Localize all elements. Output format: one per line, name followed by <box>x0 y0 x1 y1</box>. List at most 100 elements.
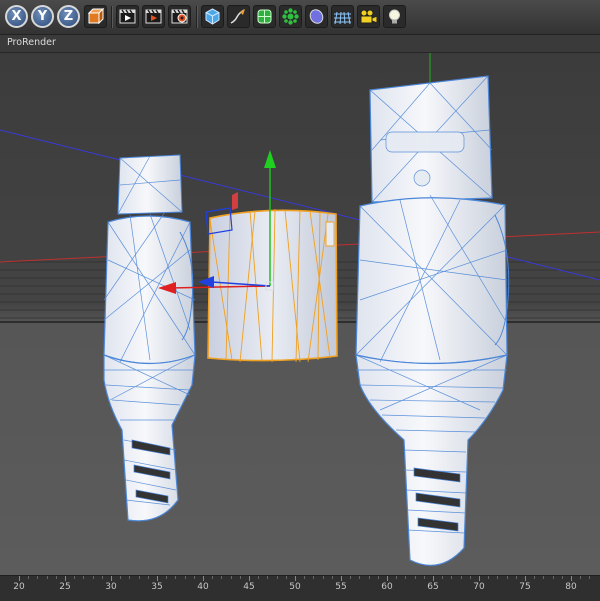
render-settings-button[interactable] <box>168 5 191 28</box>
ruler-minor-tick <box>414 576 416 579</box>
ruler-frame-label: 55 <box>335 582 347 592</box>
ruler-major-tick <box>249 576 250 581</box>
ruler-minor-tick <box>396 576 398 579</box>
ruler-major-tick <box>111 576 112 581</box>
ruler-minor-tick <box>552 576 554 579</box>
render-view-icon <box>119 9 136 24</box>
ruler-minor-tick <box>506 576 508 579</box>
ruler-major-tick <box>433 576 434 581</box>
ruler-frame-label: 35 <box>151 582 163 592</box>
cube-primitive-button[interactable] <box>201 5 224 28</box>
ruler-major-tick <box>387 576 388 581</box>
ruler-frame-label: 70 <box>473 582 485 592</box>
ruler-minor-tick <box>405 576 407 579</box>
ruler-minor-tick <box>368 576 370 579</box>
ruler-frame-label: 65 <box>427 582 439 592</box>
camera-button[interactable] <box>357 5 380 28</box>
ruler-minor-tick <box>92 576 94 579</box>
ruler-major-tick <box>479 576 480 581</box>
ruler-minor-tick <box>37 576 39 579</box>
ruler-minor-tick <box>359 576 361 579</box>
ruler-minor-tick <box>313 576 315 579</box>
ruler-minor-tick <box>460 576 462 579</box>
ruler-minor-tick <box>184 576 186 579</box>
ruler-minor-tick <box>74 576 76 579</box>
ruler-major-tick <box>157 576 158 581</box>
light-button[interactable] <box>383 5 406 28</box>
render-picture-viewer-icon <box>145 9 162 24</box>
ruler-frame-label: 30 <box>105 582 117 592</box>
timeline-ruler[interactable]: 20 25 30 35 40 45 50 55 60 65 70 75 80 <box>0 575 600 601</box>
ruler-minor-tick <box>350 576 352 579</box>
subdivision-generator-button[interactable] <box>253 5 276 28</box>
lock-y-axis-button[interactable]: Y <box>31 5 54 28</box>
ruler-minor-tick <box>221 576 223 579</box>
cloner-mograph-icon <box>282 8 299 25</box>
gizmo-plane-handle-xy[interactable] <box>232 192 238 210</box>
ruler-minor-tick <box>120 576 122 579</box>
floor-environment-icon <box>334 11 351 25</box>
lock-z-axis-label: Z <box>63 9 74 24</box>
deformer-button[interactable] <box>305 5 328 28</box>
ruler-minor-tick <box>589 576 591 579</box>
ruler-minor-tick <box>488 576 490 579</box>
main-toolbar: X Y Z <box>0 0 600 35</box>
render-view-button[interactable] <box>116 5 139 28</box>
coordinate-system-button[interactable] <box>84 5 107 28</box>
ruler-frame-label: 40 <box>197 582 209 592</box>
toolbar-separator <box>196 6 198 28</box>
ruler-minor-tick <box>534 576 536 579</box>
ruler-minor-tick <box>28 576 30 579</box>
ruler-minor-tick <box>580 576 582 579</box>
subdivision-generator-icon <box>257 9 272 24</box>
lock-z-axis-button[interactable]: Z <box>57 5 80 28</box>
light-icon <box>389 9 400 24</box>
coordinate-system-icon <box>87 7 105 25</box>
floor-environment-button[interactable] <box>331 5 354 28</box>
ruler-minor-tick <box>129 576 131 579</box>
lock-x-axis-button[interactable]: X <box>5 5 28 28</box>
ruler-frame-label: 50 <box>289 582 301 592</box>
ruler-minor-tick <box>442 576 444 579</box>
ruler-minor-tick <box>285 576 287 579</box>
ruler-minor-tick <box>561 576 563 579</box>
ruler-minor-tick <box>497 576 499 579</box>
ruler-minor-tick <box>304 576 306 579</box>
ruler-minor-tick <box>166 576 168 579</box>
3d-viewport[interactable] <box>0 53 600 575</box>
render-picture-viewer-button[interactable] <box>142 5 165 28</box>
toolbar-separator <box>111 6 113 28</box>
ruler-minor-tick <box>423 576 425 579</box>
ruler-major-tick <box>203 576 204 581</box>
ruler-major-tick <box>571 576 572 581</box>
ruler-minor-tick <box>46 576 48 579</box>
deformer-icon <box>309 9 324 24</box>
ruler-minor-tick <box>322 576 324 579</box>
lock-x-axis-label: X <box>11 9 22 24</box>
ruler-minor-tick <box>267 576 269 579</box>
spline-pen-button[interactable] <box>227 5 250 28</box>
ruler-minor-tick <box>193 576 195 579</box>
ruler-frame-label: 20 <box>13 582 25 592</box>
ruler-frame-label: 80 <box>565 582 577 592</box>
ruler-frame-label: 45 <box>243 582 255 592</box>
ruler-frame-label: 75 <box>519 582 531 592</box>
ruler-minor-tick <box>101 576 103 579</box>
spline-pen-icon <box>230 9 245 24</box>
selected-cylinder-object[interactable] <box>207 208 338 363</box>
ruler-minor-tick <box>258 576 260 579</box>
ruler-minor-tick <box>451 576 453 579</box>
ruler-minor-tick <box>469 576 471 579</box>
ruler-minor-tick <box>175 576 177 579</box>
ruler-major-tick <box>19 576 20 581</box>
ruler-minor-tick <box>230 576 232 579</box>
camera-icon <box>360 9 378 24</box>
ruler-major-tick <box>525 576 526 581</box>
cloner-mograph-button[interactable] <box>279 5 302 28</box>
ruler-minor-tick <box>543 576 545 579</box>
ruler-minor-tick <box>55 576 57 579</box>
ruler-minor-tick <box>138 576 140 579</box>
ruler-major-tick <box>65 576 66 581</box>
render-engine-label[interactable]: ProRender <box>7 37 56 48</box>
ruler-minor-tick <box>276 576 278 579</box>
